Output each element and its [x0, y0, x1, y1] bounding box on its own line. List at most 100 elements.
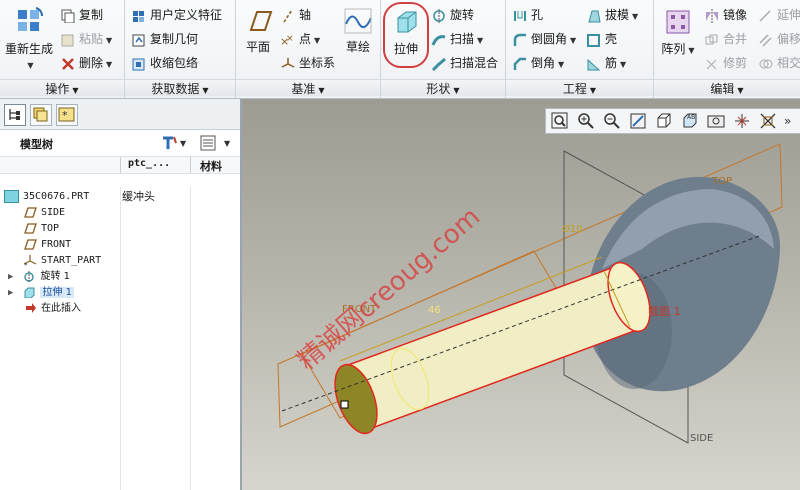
- extend-button[interactable]: 延伸: [758, 6, 800, 24]
- graphics-viewport[interactable]: AB » TOP FRONT SIDE Ø10 46 截面 1 精诚网creou…: [242, 99, 800, 490]
- drag-handle[interactable]: [340, 400, 349, 409]
- pattern-label: 阵列: [661, 42, 686, 56]
- swept-blend-button[interactable]: 扫描混合: [431, 54, 498, 72]
- datum-label-top[interactable]: TOP: [712, 176, 732, 187]
- trim-label: 修剪: [723, 56, 748, 70]
- diameter-dimension[interactable]: Ø10: [562, 224, 583, 235]
- group-engineering: 孔 倒圆角 ▼ 倒角 ▼ 拔模 ▼ 壳 筋 ▼ 工程 ▼: [506, 0, 654, 98]
- draft-icon: [588, 10, 601, 22]
- group-datum: 平面 轴 × × 点 ▼ 坐标系 草绘 基准 ▼: [236, 0, 381, 98]
- tree-item-extrude[interactable]: ▶ 拉伸 1: [8, 285, 74, 301]
- extend-label: 延伸: [777, 8, 800, 22]
- tree-item-start-part[interactable]: × START_PART: [24, 253, 101, 269]
- tree-item-part[interactable]: 35C0676.PRT: [4, 189, 89, 205]
- sweep-label: 扫描: [450, 32, 475, 46]
- sketch-label: 草绘: [345, 40, 370, 54]
- rib-button[interactable]: 筋 ▼: [586, 54, 626, 72]
- swept-blend-label: 扫描混合: [450, 56, 499, 70]
- delete-icon: [62, 57, 74, 70]
- group-operations-label[interactable]: 操作 ▼: [0, 79, 124, 96]
- copy-geometry-icon: [132, 34, 145, 46]
- svg-text:*: *: [62, 109, 68, 122]
- copy-geometry-label: 复制几何: [150, 32, 199, 46]
- paste-icon: [61, 34, 74, 46]
- tree-item-front[interactable]: FRONT: [24, 237, 71, 253]
- plane-icon: [249, 11, 273, 31]
- point-label: 点: [299, 32, 312, 46]
- revolve-button[interactable]: 旋转: [431, 6, 474, 24]
- expand-chevron-icon[interactable]: ▶: [8, 288, 13, 298]
- tab-layers[interactable]: [30, 104, 52, 126]
- tree-settings-icon: ▼: [163, 136, 187, 149]
- offset-icon: [759, 33, 772, 47]
- sketch-icon: [344, 8, 372, 34]
- tree-columns-button[interactable]: ▼: [198, 134, 234, 155]
- trim-button[interactable]: 修剪: [704, 54, 747, 72]
- shrinkwrap-icon: [132, 58, 145, 70]
- hole-label: 孔: [531, 8, 544, 22]
- extrude-button[interactable]: 拉伸: [383, 2, 429, 68]
- offset-label: 偏移: [777, 32, 800, 46]
- group-shapes-label[interactable]: 形状 ▼: [381, 79, 505, 96]
- show-columns-icon: ▼: [200, 135, 231, 151]
- trim-icon: [706, 59, 717, 69]
- sweep-button[interactable]: 扫描 ▼: [431, 30, 483, 48]
- csys-button[interactable]: 坐标系: [280, 54, 335, 72]
- tab-favorites[interactable]: *: [56, 104, 78, 126]
- offset-button[interactable]: 偏移: [758, 30, 800, 48]
- group-engineering-label[interactable]: 工程 ▼: [506, 79, 653, 96]
- plane-button[interactable]: 平面: [240, 6, 276, 55]
- shell-icon: [587, 33, 600, 47]
- copy-geometry-button[interactable]: 复制几何: [131, 30, 198, 48]
- tree-item-side[interactable]: SIDE: [24, 205, 65, 221]
- pattern-button[interactable]: 阵列 ▼: [658, 8, 698, 57]
- merge-button[interactable]: 合并: [704, 30, 747, 48]
- model-canvas: [277, 143, 783, 444]
- draft-button[interactable]: 拔模 ▼: [586, 6, 638, 24]
- regenerate-button[interactable]: 重新生成▼: [4, 6, 54, 71]
- chamfer-button[interactable]: 倒角 ▼: [512, 54, 564, 72]
- expand-chevron-icon[interactable]: ▶: [8, 272, 13, 282]
- section-label[interactable]: 截面 1: [648, 303, 681, 319]
- mirror-icon: [706, 8, 718, 23]
- tree-item-revolve[interactable]: ▶ 旋转 1: [8, 269, 70, 285]
- udf-button[interactable]: 用户定义特征: [131, 6, 222, 24]
- tree-item-insert-here[interactable]: 在此插入: [24, 301, 81, 317]
- group-editing-label[interactable]: 编辑 ▼: [654, 79, 800, 96]
- group-get-data: 用户定义特征 复制几何 收缩包络 获取数据 ▼: [125, 0, 236, 98]
- paste-button[interactable]: 粘贴 ▼: [60, 30, 112, 48]
- tab-model-tree[interactable]: [4, 104, 26, 126]
- axis-icon: [283, 9, 293, 22]
- copy-button[interactable]: 复制: [60, 6, 103, 24]
- sketch-button[interactable]: 草绘: [340, 6, 376, 55]
- tree-item-top[interactable]: TOP: [24, 221, 59, 237]
- tree-settings-button[interactable]: ▼: [160, 134, 188, 155]
- point-button[interactable]: × × 点 ▼: [280, 30, 320, 48]
- group-get-data-label[interactable]: 获取数据 ▼: [125, 79, 235, 96]
- intersect-button[interactable]: 相交: [758, 54, 800, 72]
- shrinkwrap-label: 收缩包络: [150, 56, 199, 70]
- delete-button[interactable]: 删除 ▼: [60, 54, 112, 72]
- pattern-icon: [666, 10, 690, 34]
- column-material[interactable]: 材料: [200, 158, 222, 174]
- group-datum-label[interactable]: 基准 ▼: [236, 79, 380, 96]
- mirror-label: 镜像: [723, 8, 748, 22]
- chamfer-icon: [513, 57, 526, 70]
- coordinate-system-icon: ×: [24, 254, 37, 266]
- shrinkwrap-button[interactable]: 收缩包络: [131, 54, 198, 72]
- shell-button[interactable]: 壳: [586, 30, 617, 48]
- merge-label: 合并: [723, 32, 748, 46]
- copy-icon: [61, 9, 75, 23]
- svg-text:×: ×: [286, 34, 294, 44]
- hole-button[interactable]: 孔: [512, 6, 543, 24]
- length-dimension[interactable]: 46: [428, 305, 441, 316]
- round-button[interactable]: 倒圆角 ▼: [512, 30, 576, 48]
- favorites-star-icon: *: [58, 107, 75, 122]
- udf-label: 用户定义特征: [150, 8, 223, 22]
- datum-label-side[interactable]: SIDE: [690, 433, 713, 444]
- axis-button[interactable]: 轴: [280, 6, 311, 24]
- merge-icon: [705, 34, 718, 44]
- mirror-button[interactable]: 镜像: [704, 6, 747, 24]
- model-tree-icon: [9, 109, 20, 120]
- column-ptc[interactable]: ptc_...: [128, 158, 170, 169]
